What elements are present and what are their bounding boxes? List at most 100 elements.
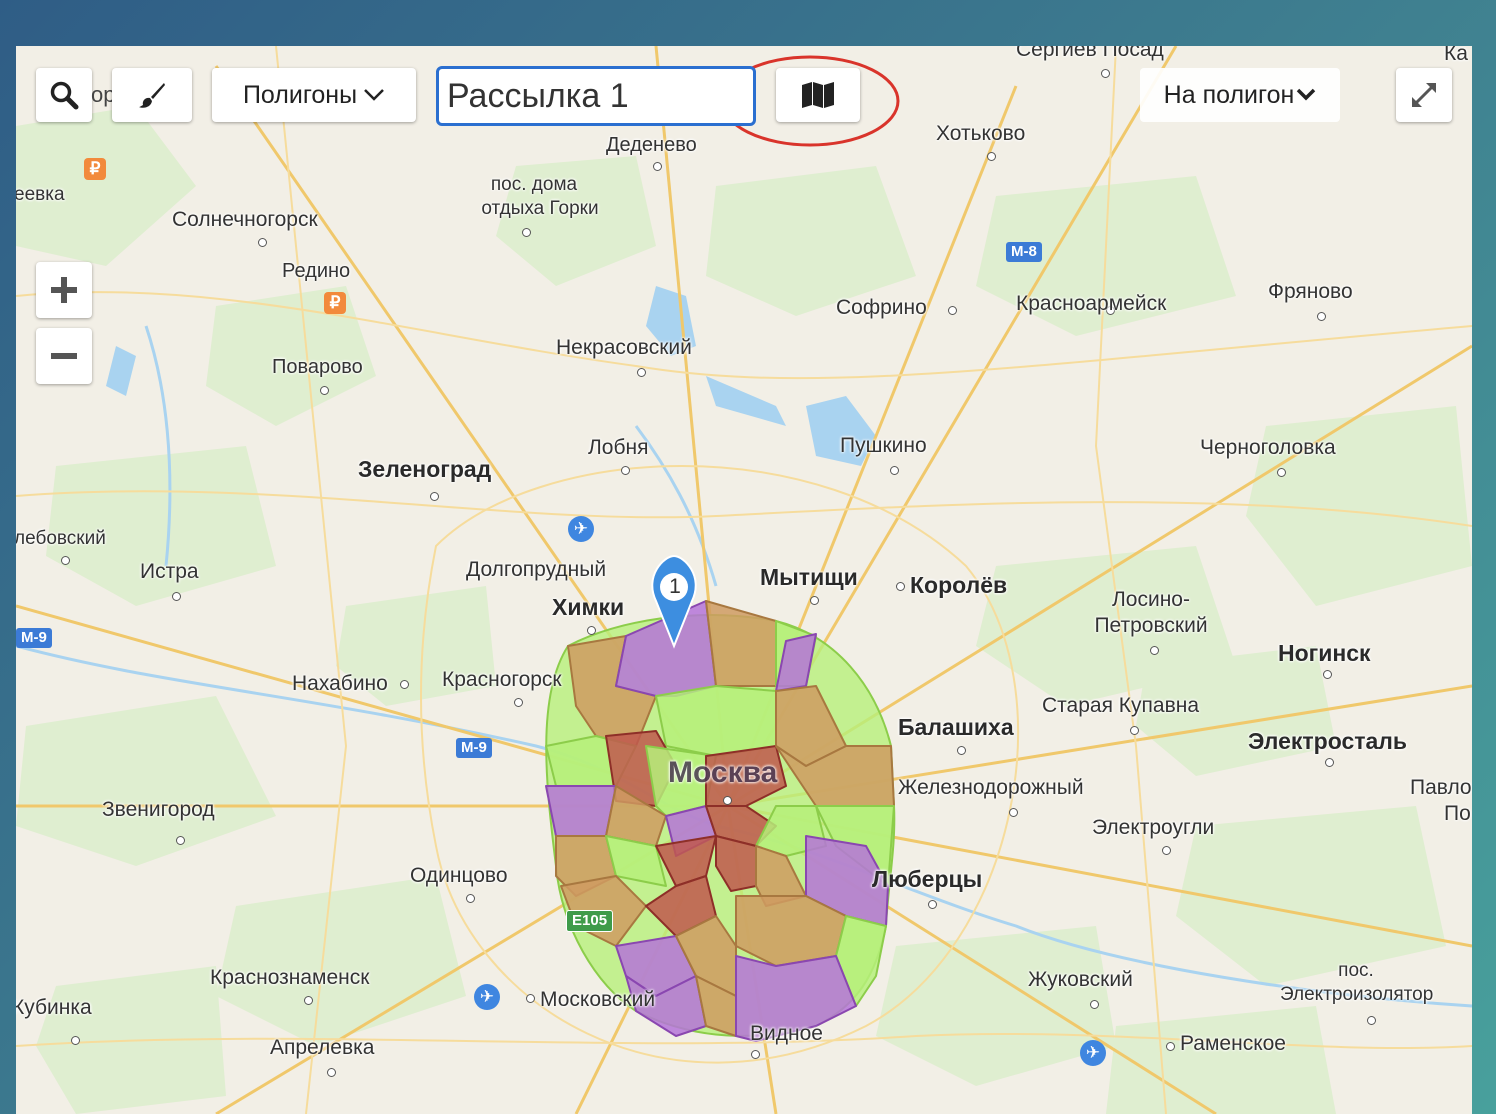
town-dot	[400, 680, 409, 689]
place-gorki-line1: пос. дома	[490, 174, 578, 195]
zoom-out-button[interactable]	[36, 328, 92, 384]
town-dot	[1325, 758, 1334, 767]
town-dot	[810, 596, 819, 605]
place-pushkino: Пушкино	[840, 434, 927, 457]
place-eevka: еевка	[16, 184, 65, 205]
place-lebovsky: лебовский	[16, 528, 106, 549]
place-zelenograd: Зеленоград	[358, 456, 492, 482]
on-polygon-dropdown[interactable]: На полигон	[1140, 68, 1340, 122]
brush-icon	[138, 81, 166, 109]
place-noginsk: Ногинск	[1278, 640, 1371, 666]
town-dot	[1090, 1000, 1099, 1009]
place-elektroizolyator-line1: пос.	[1338, 960, 1374, 981]
place-pavlo-line1: Павло	[1410, 776, 1472, 799]
place-pavlo-line2: По	[1444, 802, 1471, 825]
town-dot	[320, 386, 329, 395]
road-badge-m9-west: М-9	[16, 628, 52, 648]
place-fryanovo: Фряново	[1268, 280, 1353, 303]
chevron-down-icon	[1296, 88, 1316, 102]
map-canvas	[16, 46, 1472, 1114]
map[interactable]: 1 М-8 М-9 М-9 E105 ₽ ₽ ✈ ✈ ✈ Сергиев Пос…	[16, 46, 1472, 1114]
place-nakhabino: Нахабино	[292, 672, 388, 695]
airport-icon: ✈	[474, 984, 500, 1010]
town-dot	[466, 894, 475, 903]
search-button[interactable]: ор	[36, 68, 115, 122]
place-khimki: Химки	[552, 594, 625, 620]
place-redino: Редино	[282, 260, 351, 282]
town-dot	[1162, 846, 1171, 855]
place-kubinka: Кубинка	[16, 996, 92, 1019]
minus-icon	[49, 341, 79, 371]
town-dot	[948, 306, 957, 315]
place-staraya-kupavna: Старая Купавна	[1042, 694, 1200, 717]
ruble-icon: ₽	[84, 158, 106, 180]
moscow-polygons[interactable]	[545, 600, 896, 1042]
place-mytishchi: Мытищи	[760, 564, 858, 590]
polygons-dropdown-label: Полигоны	[242, 80, 358, 109]
place-elektrostal: Электросталь	[1248, 728, 1408, 754]
town-dot	[751, 1050, 760, 1059]
place-elektroizolyator-line2: Электроизолятор	[1280, 984, 1434, 1005]
place-moskva: Москва	[668, 756, 778, 789]
town-dot	[1323, 670, 1332, 679]
chevron-down-icon	[363, 88, 385, 102]
town-dot	[637, 368, 646, 377]
town-dot	[1101, 69, 1110, 78]
place-elektrougli: Электроугли	[1092, 816, 1215, 839]
search-icon	[49, 80, 79, 110]
polygons-dropdown[interactable]: Полигоны	[212, 68, 416, 122]
town-dot	[304, 996, 313, 1005]
town-dot	[61, 556, 70, 565]
place-gorki-line2: отдыха Горки	[481, 198, 599, 219]
place-chernogolovka: Черноголовка	[1200, 436, 1336, 459]
marker-number: 1	[669, 575, 681, 598]
town-dot	[653, 162, 662, 171]
place-ka: Ка	[1444, 46, 1468, 65]
place-krasnoarmeysk: Красноармейск	[1016, 292, 1167, 315]
town-dot	[1367, 1016, 1376, 1025]
town-dot	[522, 228, 531, 237]
place-sergiev-posad: Сергиев Посад	[1016, 46, 1164, 61]
road-badge-m9-east: М-9	[456, 738, 492, 758]
place-dedenevo: Деденево	[606, 134, 697, 156]
town-dot	[987, 152, 996, 161]
ruble-icon: ₽	[324, 292, 346, 314]
road-badge-e105: E105	[566, 910, 614, 932]
place-lyubertsy: Люберцы	[872, 866, 983, 892]
place-dolgoprudny: Долгопрудный	[466, 558, 607, 581]
town-dot	[1009, 808, 1018, 817]
town-dot	[430, 492, 439, 501]
place-nekrasovsky: Некрасовский	[556, 336, 692, 359]
road-badge-m8: М-8	[1006, 242, 1042, 262]
town-dot	[1130, 726, 1139, 735]
map-button[interactable]	[776, 68, 860, 122]
plus-icon	[49, 275, 79, 305]
town-dot	[1150, 646, 1159, 655]
town-dot	[957, 746, 966, 755]
map-icon	[801, 81, 835, 109]
town-dot	[890, 466, 899, 475]
place-khotkovo: Хотьково	[936, 122, 1026, 145]
zoom-in-button[interactable]	[36, 262, 92, 318]
airport-icon: ✈	[568, 516, 594, 542]
mailing-name-input[interactable]	[436, 66, 756, 126]
place-zvenigorod: Звенигород	[102, 798, 215, 821]
fullscreen-icon	[1408, 79, 1440, 111]
town-dot	[258, 238, 267, 247]
brush-button[interactable]	[112, 68, 192, 122]
fullscreen-button[interactable]	[1396, 68, 1452, 122]
place-istra: Истра	[140, 560, 199, 583]
town-dot	[896, 582, 905, 591]
town-dot	[928, 900, 937, 909]
place-zheleznodorozhny: Железнодорожный	[898, 776, 1084, 799]
airport-icon: ✈	[1080, 1040, 1106, 1066]
town-dot	[172, 592, 181, 601]
place-krasnogorsk: Красногорск	[442, 668, 562, 691]
place-odintsovo: Одинцово	[410, 864, 508, 887]
place-lobnya: Лобня	[588, 436, 649, 459]
town-dot	[514, 698, 523, 707]
town-dot	[723, 796, 732, 805]
place-krasnoznamensk: Краснознаменск	[210, 966, 370, 989]
on-polygon-dropdown-label: На полигон	[1163, 80, 1295, 109]
place-povarovo: Поварово	[272, 356, 363, 378]
